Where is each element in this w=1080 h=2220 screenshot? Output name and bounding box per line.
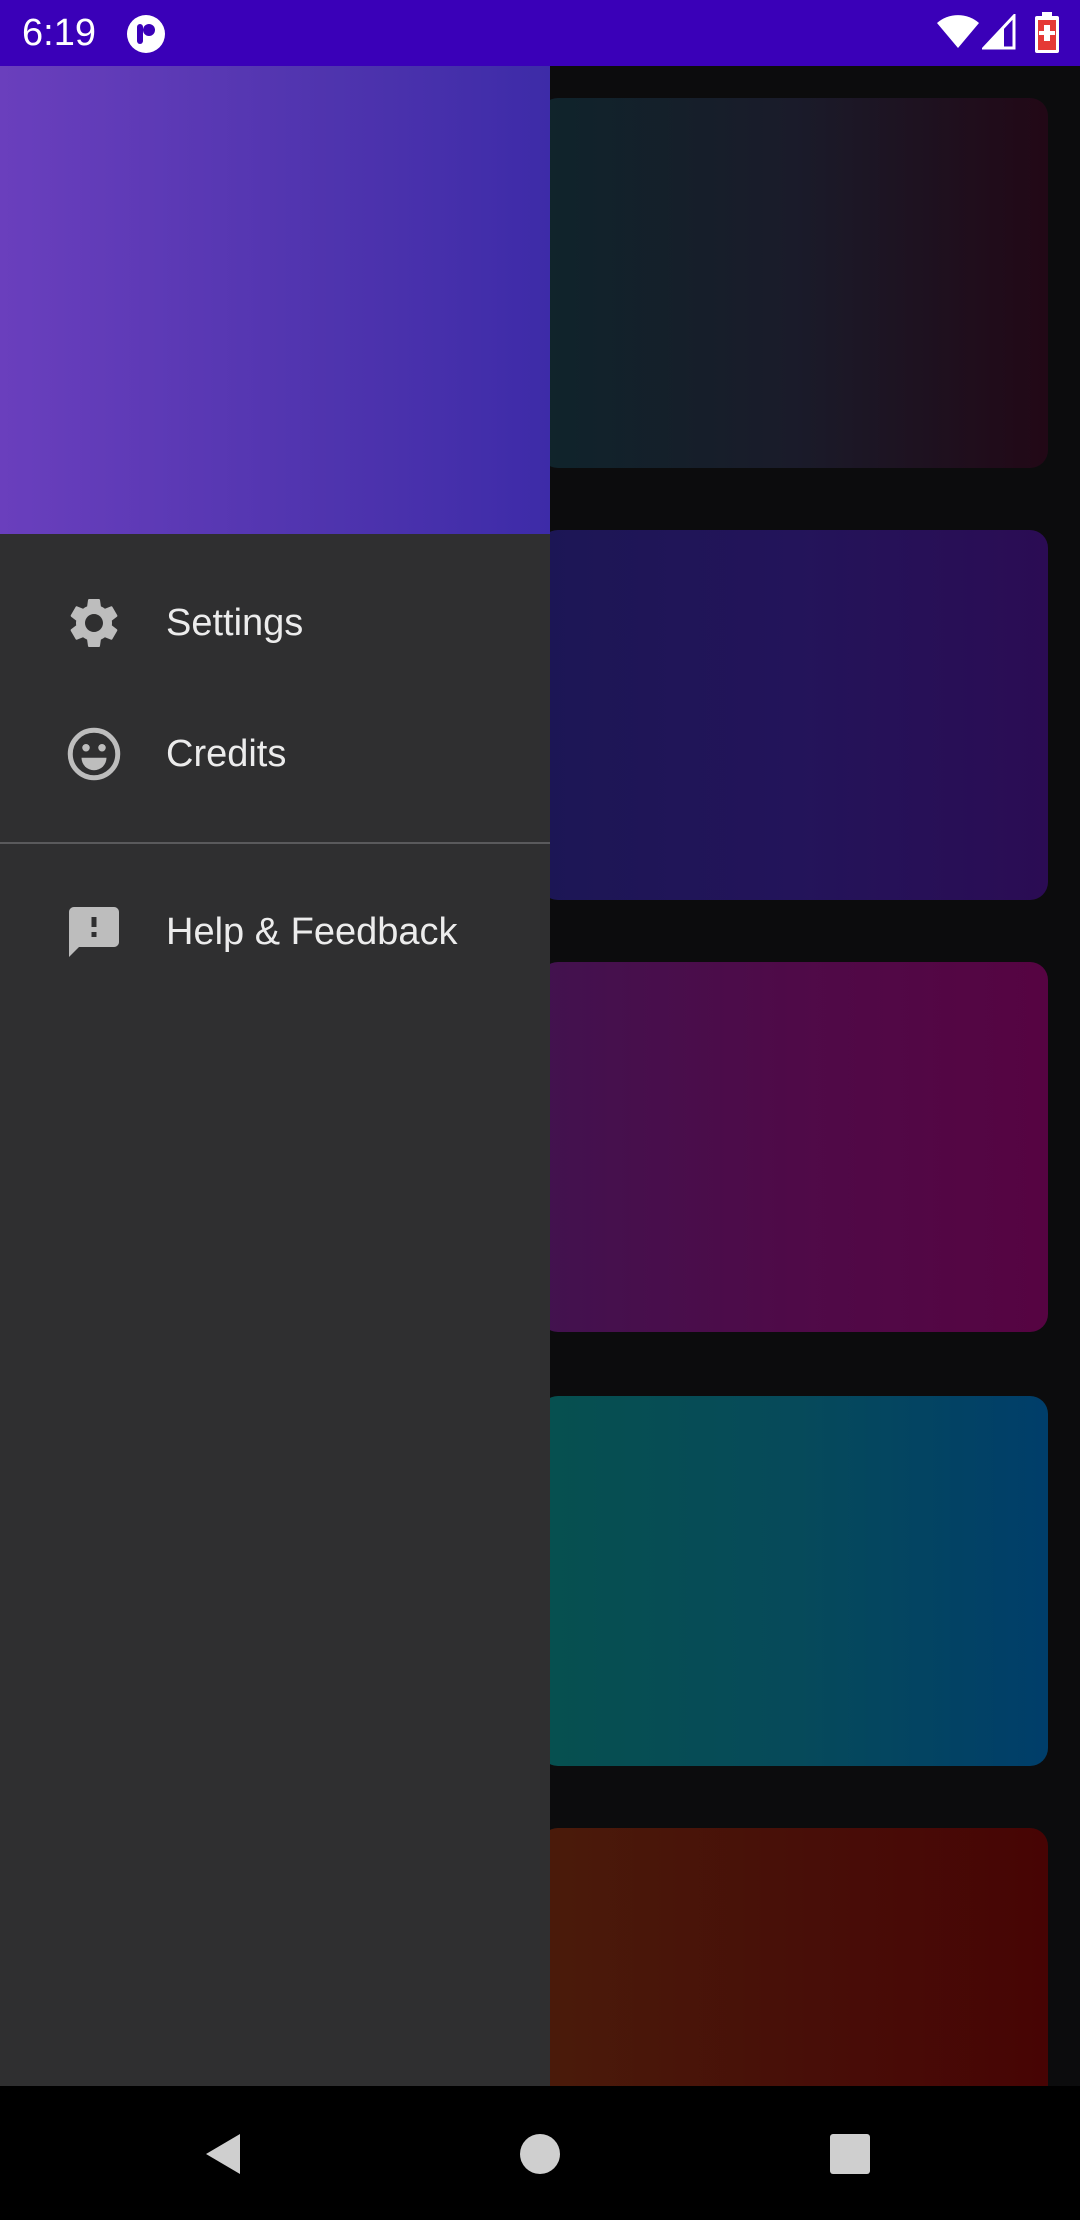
- drawer-item-help-feedback[interactable]: Help & Feedback: [0, 872, 550, 992]
- recents-icon[interactable]: [820, 2124, 880, 2184]
- home-icon[interactable]: [510, 2124, 570, 2184]
- feedback-icon: [69, 907, 119, 957]
- gradient-card[interactable]: [540, 530, 1048, 900]
- drawer-item-label: Help & Feedback: [166, 910, 458, 953]
- gradient-card[interactable]: [540, 1396, 1048, 1766]
- signal-icon: [982, 14, 1016, 50]
- status-time: 6:19: [22, 12, 96, 54]
- status-bar: 6:19: [0, 0, 1080, 66]
- app-notification-icon: [127, 15, 165, 53]
- navigation-drawer: Settings Credits Help & Feedback: [0, 66, 550, 2086]
- gear-icon: [70, 599, 118, 647]
- drawer-divider: [0, 842, 550, 844]
- back-icon[interactable]: [196, 2124, 256, 2184]
- drawer-header: [0, 66, 550, 534]
- wifi-icon: [937, 15, 979, 48]
- battery-charging-icon: [1035, 12, 1059, 53]
- gradient-card[interactable]: [540, 962, 1048, 1332]
- drawer-item-credits[interactable]: Credits: [0, 694, 550, 814]
- drawer-item-label: Settings: [166, 601, 304, 644]
- drawer-item-label: Credits: [166, 732, 287, 775]
- gradient-card[interactable]: [540, 1828, 1048, 2086]
- drawer-item-settings[interactable]: Settings: [0, 563, 550, 683]
- smiley-icon: [67, 727, 121, 781]
- system-navigation-bar: [0, 2086, 1080, 2220]
- gradient-card[interactable]: [540, 98, 1048, 468]
